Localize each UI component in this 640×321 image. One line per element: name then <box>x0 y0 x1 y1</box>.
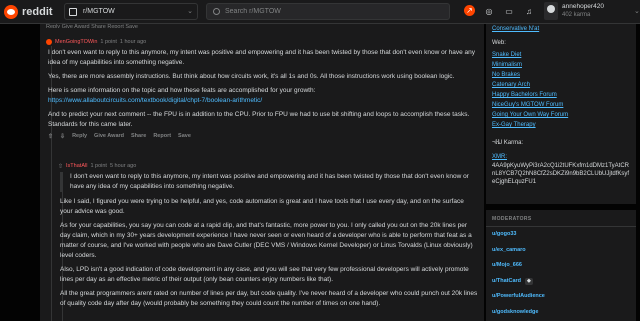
moderator-name[interactable]: u/PowerfulAudience <box>492 289 545 305</box>
logo-text: reddit <box>22 5 53 18</box>
avatar <box>544 2 558 20</box>
downvote-icon[interactable]: ⇩ <box>60 133 65 140</box>
comment-paragraph: Here is some information on the topic an… <box>48 86 478 106</box>
xmr-label[interactable]: XMR: <box>492 152 630 162</box>
comment-paragraph: Yes, there are more assembly instruction… <box>48 73 455 80</box>
comment-paragraph: Like I said, I figured you were trying t… <box>60 198 464 215</box>
comment-header: ⇧ IsThatAll 1 point 5 hour ago <box>58 162 478 170</box>
search-bar[interactable] <box>206 3 450 20</box>
moderator-link[interactable]: u/Mojo_666 <box>486 258 636 274</box>
community-info-card: Conservative N'at Web: Snake Diet Minima… <box>486 24 636 204</box>
user-karma: 402 karma <box>562 12 591 18</box>
comment-body: I don't even want to reply to this anymo… <box>46 48 478 130</box>
moderator-name[interactable]: u/godsknowledge <box>492 305 538 321</box>
moderators-header: MODERATORS <box>486 210 636 227</box>
search-icon <box>213 8 220 15</box>
xmr-address: 4AA9pKyuWyPi3rA2cQ1i2tUFKxfm1dDMz1TyAtCR… <box>492 163 630 185</box>
sidebar-link-minimalism[interactable]: Minimalism <box>492 60 630 70</box>
moderator-link[interactable]: u/ThatCard ◆ <box>486 274 636 290</box>
left-gutter <box>0 24 40 321</box>
comment: MenGoingTOWin 1 point 1 hour ago I don't… <box>46 38 478 140</box>
comment-header: MenGoingTOWin 1 point 1 hour ago <box>46 38 478 46</box>
report-button[interactable]: Report <box>153 133 171 140</box>
comment-thread: Reply Give Award Share Report Save MenGo… <box>40 24 484 321</box>
collapse-icon[interactable]: ⇧ <box>58 163 63 170</box>
moderator-link[interactable]: u/godsknowledge <box>486 305 636 321</box>
give-award-button[interactable]: Give Award <box>94 133 124 140</box>
link-intro: Here is some information on the topic an… <box>48 87 316 94</box>
comment-actions: ⇧ ⇩ Reply Give Award Share Report Save <box>46 133 478 140</box>
chevron-down-icon: ⌄ <box>187 8 193 15</box>
user-menu[interactable]: annehoper420 402 karma ⌄ <box>544 2 640 20</box>
quoted-text: I don't even want to reply to this anymo… <box>70 173 469 190</box>
moderators-card: MODERATORS u/gogo33 u/ex_camaro u/Mojo_6… <box>486 210 636 321</box>
right-sidebar: Conservative N'at Web: Snake Diet Minima… <box>484 24 640 321</box>
comment-paragraph: I don't even want to reply to this anymo… <box>48 49 476 66</box>
username: annehoper420 <box>562 3 604 10</box>
boolean-arithmetic-link[interactable]: https://www.allaboutcircuits.com/textboo… <box>48 97 262 104</box>
comment-paragraph: As for your capabilities, you say you ca… <box>60 222 473 259</box>
conservative-link[interactable]: Conservative N'at <box>492 24 630 34</box>
search-input[interactable] <box>225 8 425 15</box>
save-button[interactable]: Save <box>178 133 191 140</box>
popular-icon[interactable]: ↗ <box>464 5 475 16</box>
comment: ⇧ IsThatAll 1 point 5 hour ago I don't e… <box>58 162 478 313</box>
sidebar-link-no-brakes[interactable]: No Brakes <box>492 70 630 80</box>
blockquote: I don't even want to reply to this anymo… <box>60 172 478 192</box>
moderator-name[interactable]: u/Mojo_666 <box>492 258 522 274</box>
community-switcher[interactable]: r/MGTOW ⌄ <box>64 3 198 20</box>
community-name: r/MGTOW <box>83 8 115 15</box>
moderator-link[interactable]: u/gogo33 <box>486 227 636 243</box>
moderator-name[interactable]: u/ThatCard <box>492 274 521 290</box>
comment-paragraph: And to predict your next comment -- the … <box>48 111 470 128</box>
reply-button[interactable]: Reply <box>72 133 87 140</box>
moderators-list: u/gogo33 u/ex_camaro u/Mojo_666 u/ThatCa… <box>486 227 636 320</box>
comment-paragraph: All the great programmers arent rated on… <box>60 290 478 307</box>
upvote-icon[interactable]: ⇧ <box>48 133 53 140</box>
notification-bell-icon[interactable]: ♫ <box>523 5 535 17</box>
comment-paragraph: Also, LPD isn't a good indication of cod… <box>60 266 469 283</box>
comment-timestamp[interactable]: 1 hour ago <box>120 39 146 45</box>
sidebar-link-ex-gay-therapy[interactable]: Ex-Gay Therapy <box>492 120 630 130</box>
reddit-alien-icon <box>4 4 18 19</box>
comment-author[interactable]: IsThatAll <box>66 163 87 169</box>
sidebar-link-happy-bachelors[interactable]: Happy Bachelors Forum <box>492 90 630 100</box>
sidebar-link-niceguys-forum[interactable]: NiceGuy's MGTOW Forum <box>492 100 630 110</box>
moderator-link[interactable]: u/ex_camaro <box>486 243 636 259</box>
moderator-link[interactable]: u/PowerfulAudience <box>486 289 636 305</box>
web-label: Web: <box>492 40 506 46</box>
comment-timestamp[interactable]: 5 hour ago <box>110 163 136 169</box>
user-avatar-icon[interactable] <box>46 39 52 45</box>
sidebar-link-catenary-arch[interactable]: Catenary Arch <box>492 80 630 90</box>
mod-flair-badge: ◆ <box>525 277 533 285</box>
previous-comment-actions: Reply Give Award Share Report Save <box>46 24 138 28</box>
top-nav-bar: reddit r/MGTOW ⌄ ↗ ◎ ▭ ♫ ✎ annehoper420 … <box>0 0 640 24</box>
comment-points: 1 point <box>100 39 117 45</box>
chevron-down-icon: ⌄ <box>634 8 640 15</box>
moderator-name[interactable]: u/ex_camaro <box>492 243 526 259</box>
karma-label: ¬ℍ͏Ꭻ Karma: <box>492 140 524 146</box>
share-button[interactable]: Share <box>131 133 146 140</box>
web-links-list: Snake Diet Minimalism No Brakes Catenary… <box>492 50 630 130</box>
coins-icon[interactable]: ◎ <box>483 5 495 17</box>
chat-icon[interactable]: ▭ <box>503 5 515 17</box>
sidebar-link-snake-diet[interactable]: Snake Diet <box>492 50 630 60</box>
reddit-logo[interactable]: reddit <box>4 4 53 19</box>
sidebar-link-gyow-forum[interactable]: Going Your Own Way Forum <box>492 110 630 120</box>
moderator-name[interactable]: u/gogo33 <box>492 227 516 243</box>
community-icon <box>69 7 77 16</box>
comment-body: I don't even want to reply to this anymo… <box>58 172 478 309</box>
comment-author[interactable]: MenGoingTOWin <box>55 39 97 45</box>
comment-points: 1 point <box>90 163 107 169</box>
